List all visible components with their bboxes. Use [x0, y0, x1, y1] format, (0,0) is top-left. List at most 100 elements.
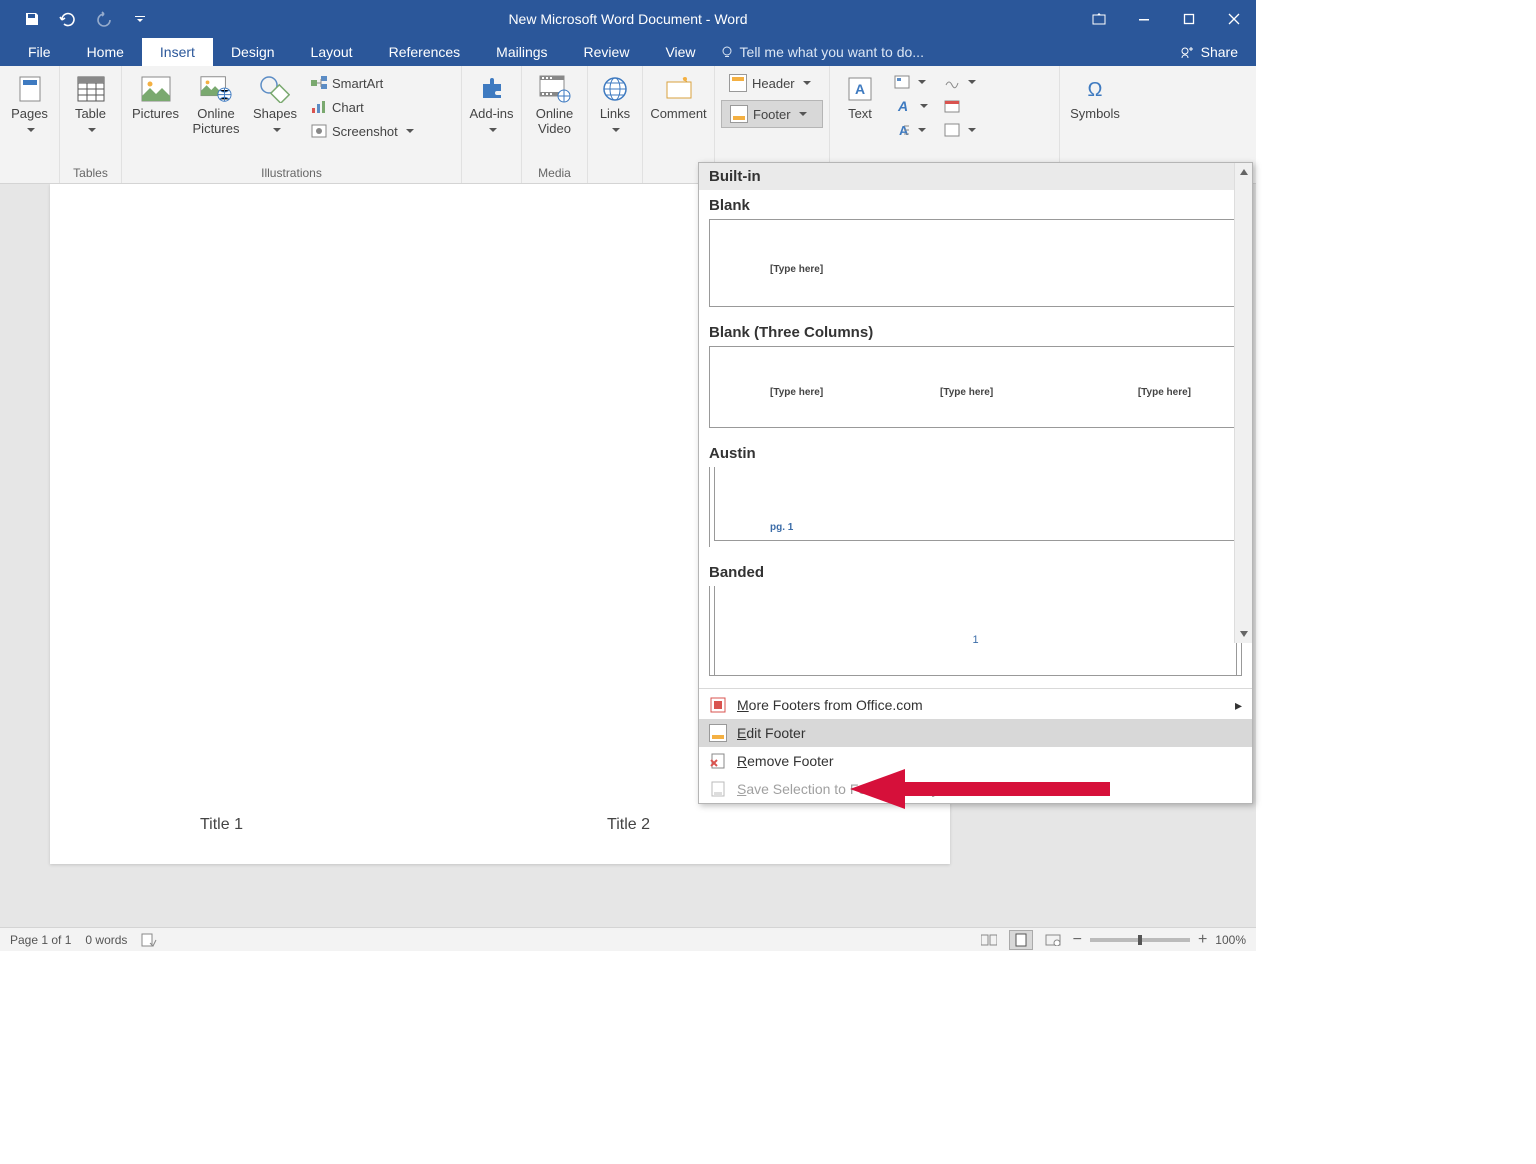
tab-review[interactable]: Review: [566, 38, 648, 66]
word-count[interactable]: 0 words: [85, 933, 127, 947]
smartart-icon: [311, 75, 327, 91]
share-icon: [1179, 44, 1195, 60]
footer-text-2: Title 2: [607, 816, 650, 834]
links-button[interactable]: Links: [594, 70, 636, 137]
header-button[interactable]: Header: [721, 70, 823, 96]
undo-button[interactable]: [50, 0, 86, 38]
pictures-icon: [140, 73, 172, 105]
minimize-button[interactable]: [1121, 0, 1166, 38]
footer-preview-blank3[interactable]: [Type here] [Type here] [Type here]: [709, 346, 1242, 428]
zoom-slider[interactable]: [1090, 938, 1190, 942]
screenshot-button[interactable]: Screenshot: [305, 120, 420, 142]
zoom-level[interactable]: 100%: [1215, 933, 1246, 947]
footer-dropdown: Built-in Blank [Type here] Blank (Three …: [698, 162, 1253, 804]
chart-button[interactable]: Chart: [305, 96, 420, 118]
save-gallery-icon: [709, 780, 727, 798]
footer-preview-blank[interactable]: [Type here]: [709, 219, 1242, 307]
tab-file[interactable]: File: [10, 38, 69, 66]
shapes-icon: [259, 73, 291, 105]
window-title: New Microsoft Word Document - Word: [508, 11, 747, 27]
more-footers-menu[interactable]: MMore Footers from Office.comore Footers…: [699, 691, 1252, 719]
chart-icon: [311, 99, 327, 115]
quickparts-icon: [894, 75, 910, 89]
omega-icon: Ω: [1079, 73, 1111, 105]
edit-footer-menu[interactable]: Edit Footer Edit Footer: [699, 719, 1252, 747]
scroll-down-icon[interactable]: [1235, 625, 1252, 643]
dropdown-scrollbar[interactable]: [1234, 163, 1252, 643]
group-media: Media: [528, 166, 581, 183]
footer-icon: [730, 105, 748, 123]
date-time-button[interactable]: [938, 96, 982, 116]
text-box-button[interactable]: A Text: [836, 70, 884, 122]
table-button[interactable]: Table: [66, 70, 115, 137]
footer-style-austin: Austin: [709, 442, 1242, 467]
footer-text-1: Title 1: [200, 816, 243, 834]
svg-text:A: A: [855, 81, 865, 97]
save-button[interactable]: [14, 0, 50, 38]
pictures-button[interactable]: Pictures: [128, 70, 183, 122]
remove-footer-menu[interactable]: Remove Footer Remove Footer: [699, 747, 1252, 775]
links-icon: [599, 73, 631, 105]
signature-button[interactable]: [938, 72, 982, 92]
print-layout-button[interactable]: [1009, 930, 1033, 950]
video-icon: [539, 73, 571, 105]
quick-access-toolbar: [0, 0, 158, 38]
lightbulb-icon: [720, 45, 734, 59]
wordart-icon: A: [894, 99, 912, 113]
tab-references[interactable]: References: [371, 38, 479, 66]
share-button[interactable]: Share: [1161, 38, 1256, 66]
proofing-icon[interactable]: [141, 933, 157, 947]
pages-button[interactable]: Pages: [6, 70, 53, 137]
tell-me-search[interactable]: Tell me what you want to do...: [720, 38, 924, 66]
chevron-right-icon: ▸: [1235, 697, 1242, 714]
statusbar: Page 1 of 1 0 words − + 100%: [0, 927, 1256, 951]
web-layout-button[interactable]: [1041, 930, 1065, 950]
titlebar: New Microsoft Word Document - Word: [0, 0, 1256, 38]
textbox-icon: A: [844, 73, 876, 105]
object-icon: [944, 123, 960, 137]
svg-text:Ω: Ω: [1088, 79, 1103, 101]
symbols-button[interactable]: Ω Symbols: [1066, 70, 1124, 122]
smartart-button[interactable]: SmartArt: [305, 72, 420, 94]
tab-insert[interactable]: Insert: [142, 38, 213, 66]
wordart-button[interactable]: A: [888, 96, 934, 116]
redo-button[interactable]: [86, 0, 122, 38]
comment-button[interactable]: Comment: [649, 70, 708, 122]
online-video-button[interactable]: Online Video: [528, 70, 581, 137]
close-button[interactable]: [1211, 0, 1256, 38]
tab-home[interactable]: Home: [69, 38, 142, 66]
page-indicator[interactable]: Page 1 of 1: [10, 933, 71, 947]
group-tables: Tables: [66, 166, 115, 183]
online-pictures-button[interactable]: Online Pictures: [187, 70, 245, 137]
remove-footer-icon: [709, 752, 727, 770]
tab-mailings[interactable]: Mailings: [478, 38, 565, 66]
footer-preview-banded[interactable]: 1: [709, 586, 1242, 676]
read-mode-button[interactable]: [977, 930, 1001, 950]
addins-icon: [476, 73, 508, 105]
window-controls: [1076, 0, 1256, 38]
quick-parts-button[interactable]: [888, 72, 934, 92]
footer-style-banded: Banded: [709, 561, 1242, 586]
header-icon: [729, 74, 747, 92]
screenshot-icon: [311, 123, 327, 139]
drop-cap-button[interactable]: A: [888, 120, 934, 140]
shapes-button[interactable]: Shapes: [249, 70, 301, 137]
scroll-up-icon[interactable]: [1235, 163, 1252, 181]
tab-design[interactable]: Design: [213, 38, 293, 66]
maximize-button[interactable]: [1166, 0, 1211, 38]
qat-customize[interactable]: [122, 0, 158, 38]
zoom-in-button[interactable]: +: [1198, 931, 1207, 949]
group-illustrations: Illustrations: [128, 166, 455, 183]
footer-preview-austin[interactable]: pg. 1: [709, 467, 1242, 547]
edit-footer-icon: [709, 724, 727, 742]
footer-style-blank3: Blank (Three Columns): [709, 321, 1242, 346]
addins-button[interactable]: Add-ins: [468, 70, 515, 137]
footer-style-blank: Blank: [709, 194, 1242, 219]
table-icon: [75, 73, 107, 105]
object-button[interactable]: [938, 120, 982, 140]
footer-button[interactable]: Footer: [721, 100, 823, 128]
ribbon-display-options[interactable]: [1076, 0, 1121, 38]
tab-view[interactable]: View: [647, 38, 713, 66]
zoom-out-button[interactable]: −: [1073, 931, 1082, 949]
tab-layout[interactable]: Layout: [293, 38, 371, 66]
